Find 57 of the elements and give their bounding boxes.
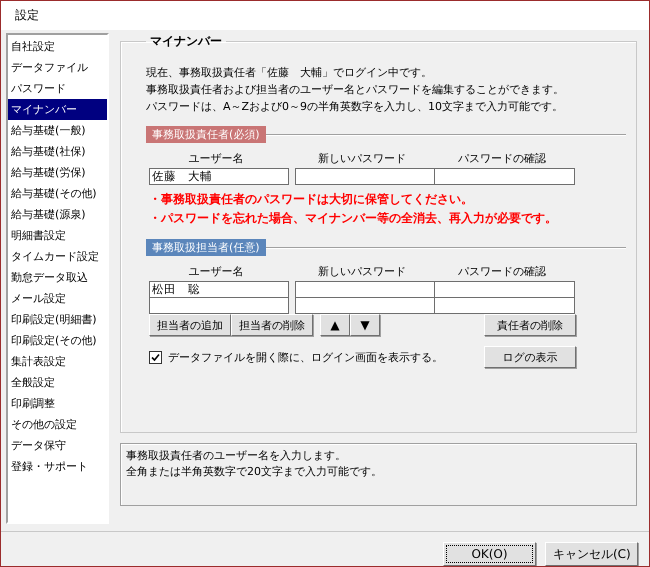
checkbox[interactable] xyxy=(149,350,162,364)
move-button[interactable]: ▼ xyxy=(350,314,380,336)
sidebar-item[interactable]: 登録・サポート xyxy=(8,456,107,477)
password-field[interactable] xyxy=(295,281,435,298)
sidebar-item[interactable]: マイナンバー xyxy=(8,99,107,120)
sidebar-item[interactable]: タイムカード設定 xyxy=(8,246,107,267)
sidebar-item[interactable]: データ保守 xyxy=(8,435,107,456)
section-header: 事務取扱担当者(任意) xyxy=(146,239,266,256)
group-title: マイナンバー xyxy=(149,33,223,50)
section-header: 事務取扱責任者(必須) xyxy=(146,126,266,143)
sidebar-item[interactable]: パスワード xyxy=(8,78,107,99)
sidebar-item[interactable]: 全般設定 xyxy=(8,372,107,393)
sidebar-item[interactable]: 給与基礎(一般) xyxy=(8,120,107,141)
sidebar-item[interactable]: 印刷設定(明細書) xyxy=(8,309,107,330)
sidebar-item[interactable]: 明細書設定 xyxy=(8,225,107,246)
column-header: 新しいパスワード xyxy=(317,152,407,166)
sidebar-item[interactable]: その他の設定 xyxy=(8,414,107,435)
sidebar-item[interactable]: 給与基礎(その他) xyxy=(8,183,107,204)
user-name-field[interactable] xyxy=(149,298,289,314)
column-header: ユーザー名 xyxy=(188,265,244,279)
sidebar-item[interactable]: 印刷調整 xyxy=(8,393,107,414)
password-field[interactable] xyxy=(295,298,435,314)
sidebar-item[interactable]: 勤怠データ取込 xyxy=(8,267,107,288)
log-button[interactable]: ログの表示 xyxy=(484,346,576,368)
sidebar-item[interactable]: 給与基礎(源泉) xyxy=(8,204,107,225)
dialog-button[interactable]: OK(O) xyxy=(443,542,536,566)
sidebar-item[interactable]: メール設定 xyxy=(8,288,107,309)
window-title: 設定 xyxy=(15,7,39,24)
column-header: パスワードの確認 xyxy=(457,152,547,166)
user-name-field[interactable]: 佐藤 大輔 xyxy=(149,168,289,185)
password-confirm-field[interactable] xyxy=(435,281,575,298)
sidebar-item[interactable]: 集計表設定 xyxy=(8,351,107,372)
delete-manager-button[interactable]: 責任者の削除 xyxy=(484,314,576,336)
sidebar-item[interactable]: 給与基礎(社保) xyxy=(8,141,107,162)
warning-text: ・事務取扱責任者のパスワードは大切に保管してください。 xyxy=(149,191,474,208)
column-header: 新しいパスワード xyxy=(317,265,407,279)
password-confirm-field[interactable] xyxy=(435,168,575,185)
password-confirm-field[interactable] xyxy=(435,298,575,314)
sidebar-item[interactable]: 印刷設定(その他) xyxy=(8,330,107,351)
column-header: ユーザー名 xyxy=(188,152,244,166)
password-field[interactable] xyxy=(295,168,435,185)
intro-text: 現在、事務取扱責任者「佐藤 大輔」でログイン中です。 xyxy=(146,65,433,81)
user-name-field[interactable]: 松田 聡 xyxy=(149,281,289,298)
staff-button[interactable]: 担当者の追加 xyxy=(149,314,231,336)
sidebar-item[interactable]: データファイル xyxy=(8,57,107,78)
warning-text: ・パスワードを忘れた場合、マイナンバー等の全消去、再入力が必要です。 xyxy=(149,210,558,227)
intro-text: パスワードは、A～Zおよび0～9の半角英数字を入力し、10文字まで入力可能です。 xyxy=(146,99,564,115)
staff-button[interactable]: 担当者の削除 xyxy=(231,314,313,336)
intro-text: 事務取扱責任者および担当者のユーザー名とパスワードを編集することができます。 xyxy=(146,82,565,98)
move-button[interactable]: ▲ xyxy=(320,314,350,336)
help-text: 事務取扱責任者のユーザー名を入力します。 xyxy=(126,448,347,464)
help-text: 全角または半角英数字で20文字まで入力可能です。 xyxy=(126,464,383,480)
sidebar-item[interactable]: 給与基礎(労保) xyxy=(8,162,107,183)
checkbox-label: データファイルを開く際に、ログイン画面を表示する。 xyxy=(168,350,443,364)
column-header: パスワードの確認 xyxy=(457,265,547,279)
dialog-button[interactable]: キャンセル(C) xyxy=(545,542,638,566)
sidebar-item[interactable]: 自社設定 xyxy=(8,36,107,57)
